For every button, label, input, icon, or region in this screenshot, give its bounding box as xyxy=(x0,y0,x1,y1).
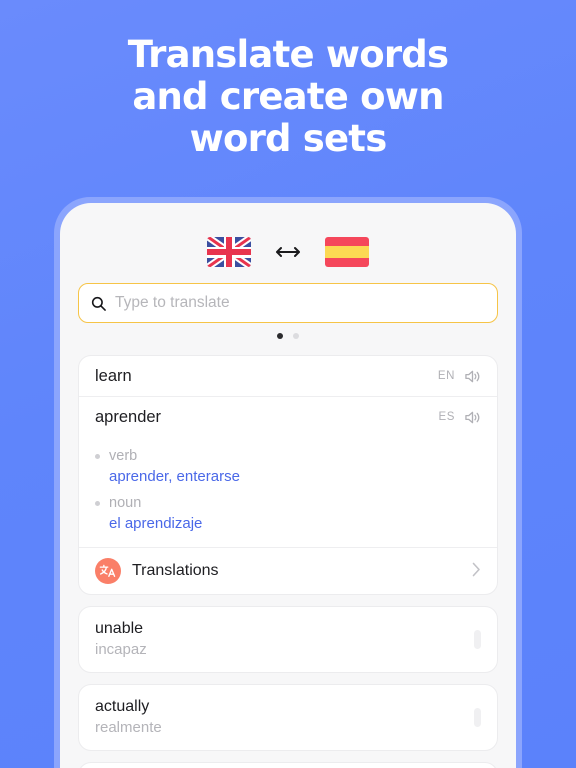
target-lang-code: ES xyxy=(438,411,455,423)
search-icon xyxy=(91,296,106,311)
vocabulary-card[interactable]: cutlery cubertería xyxy=(78,762,498,768)
vocabulary-card[interactable]: actually realmente xyxy=(78,684,498,751)
progress-pill xyxy=(474,629,481,649)
target-word-controls: ES xyxy=(438,410,481,425)
vocabulary-word-es: realmente xyxy=(95,719,162,736)
headline-line-2: and create own xyxy=(132,75,444,118)
source-word-row[interactable]: learn EN xyxy=(79,356,497,397)
page-title: Translate words and create own word sets xyxy=(0,34,576,160)
uk-flag-icon[interactable] xyxy=(207,237,251,267)
part-of-speech: noun xyxy=(109,495,142,511)
definition-translations[interactable]: el aprendizaje xyxy=(95,513,481,535)
phone-screen: learn EN xyxy=(60,203,516,768)
vocabulary-word-pair: unable incapaz xyxy=(95,618,147,660)
translations-link-row[interactable]: Translations xyxy=(79,547,497,594)
chevron-right-icon[interactable] xyxy=(472,562,481,580)
translate-icon xyxy=(95,558,121,584)
definition-translations[interactable]: aprender, enterarse xyxy=(95,466,481,488)
results-list: learn EN aprender ES verb aprender, ente… xyxy=(60,349,516,768)
pager-dot-active[interactable] xyxy=(277,333,283,339)
vocabulary-word-es: incapaz xyxy=(95,641,147,658)
pager-dot-inactive[interactable] xyxy=(293,333,299,339)
pager-dots xyxy=(60,323,516,349)
headline-line-1: Translate words xyxy=(127,33,449,76)
headline-line-3: word sets xyxy=(189,117,388,160)
speaker-icon[interactable] xyxy=(464,369,481,384)
definition-item: noun el aprendizaje xyxy=(95,493,481,535)
source-lang-code: EN xyxy=(437,370,455,382)
part-of-speech-row: noun xyxy=(95,493,481,513)
target-word: aprender xyxy=(95,407,162,426)
phone-mockup: learn EN xyxy=(54,197,522,768)
definition-item: verb aprender, enterarse xyxy=(95,446,481,488)
speaker-icon[interactable] xyxy=(464,410,481,425)
part-of-speech: verb xyxy=(109,448,138,464)
bullet-icon xyxy=(95,500,100,506)
definitions-list: verb aprender, enterarse noun el aprendi… xyxy=(79,437,497,547)
vocabulary-word-pair: actually realmente xyxy=(95,696,162,738)
swap-arrows-icon[interactable] xyxy=(273,242,303,263)
target-word-row[interactable]: aprender ES xyxy=(79,397,497,437)
source-word-controls: EN xyxy=(438,369,481,384)
bullet-icon xyxy=(95,453,100,459)
vocabulary-word-en: actually xyxy=(95,698,150,715)
progress-pill xyxy=(474,707,481,727)
search-bar[interactable] xyxy=(78,283,498,323)
source-word: learn xyxy=(95,366,132,385)
vocabulary-word-en: unable xyxy=(95,620,144,637)
swap-arrows-glyph xyxy=(276,246,300,257)
search-section xyxy=(60,283,516,323)
search-input[interactable] xyxy=(115,294,485,312)
translations-label: Translations xyxy=(132,562,219,579)
spain-flag-icon[interactable] xyxy=(325,237,369,267)
part-of-speech-row: verb xyxy=(95,446,481,466)
language-switcher[interactable] xyxy=(60,203,516,283)
app-store-promo-screen: Translate words and create own word sets xyxy=(0,0,576,768)
translation-result-card: learn EN aprender ES verb aprender, ente… xyxy=(78,355,498,595)
vocabulary-card[interactable]: unable incapaz xyxy=(78,606,498,673)
